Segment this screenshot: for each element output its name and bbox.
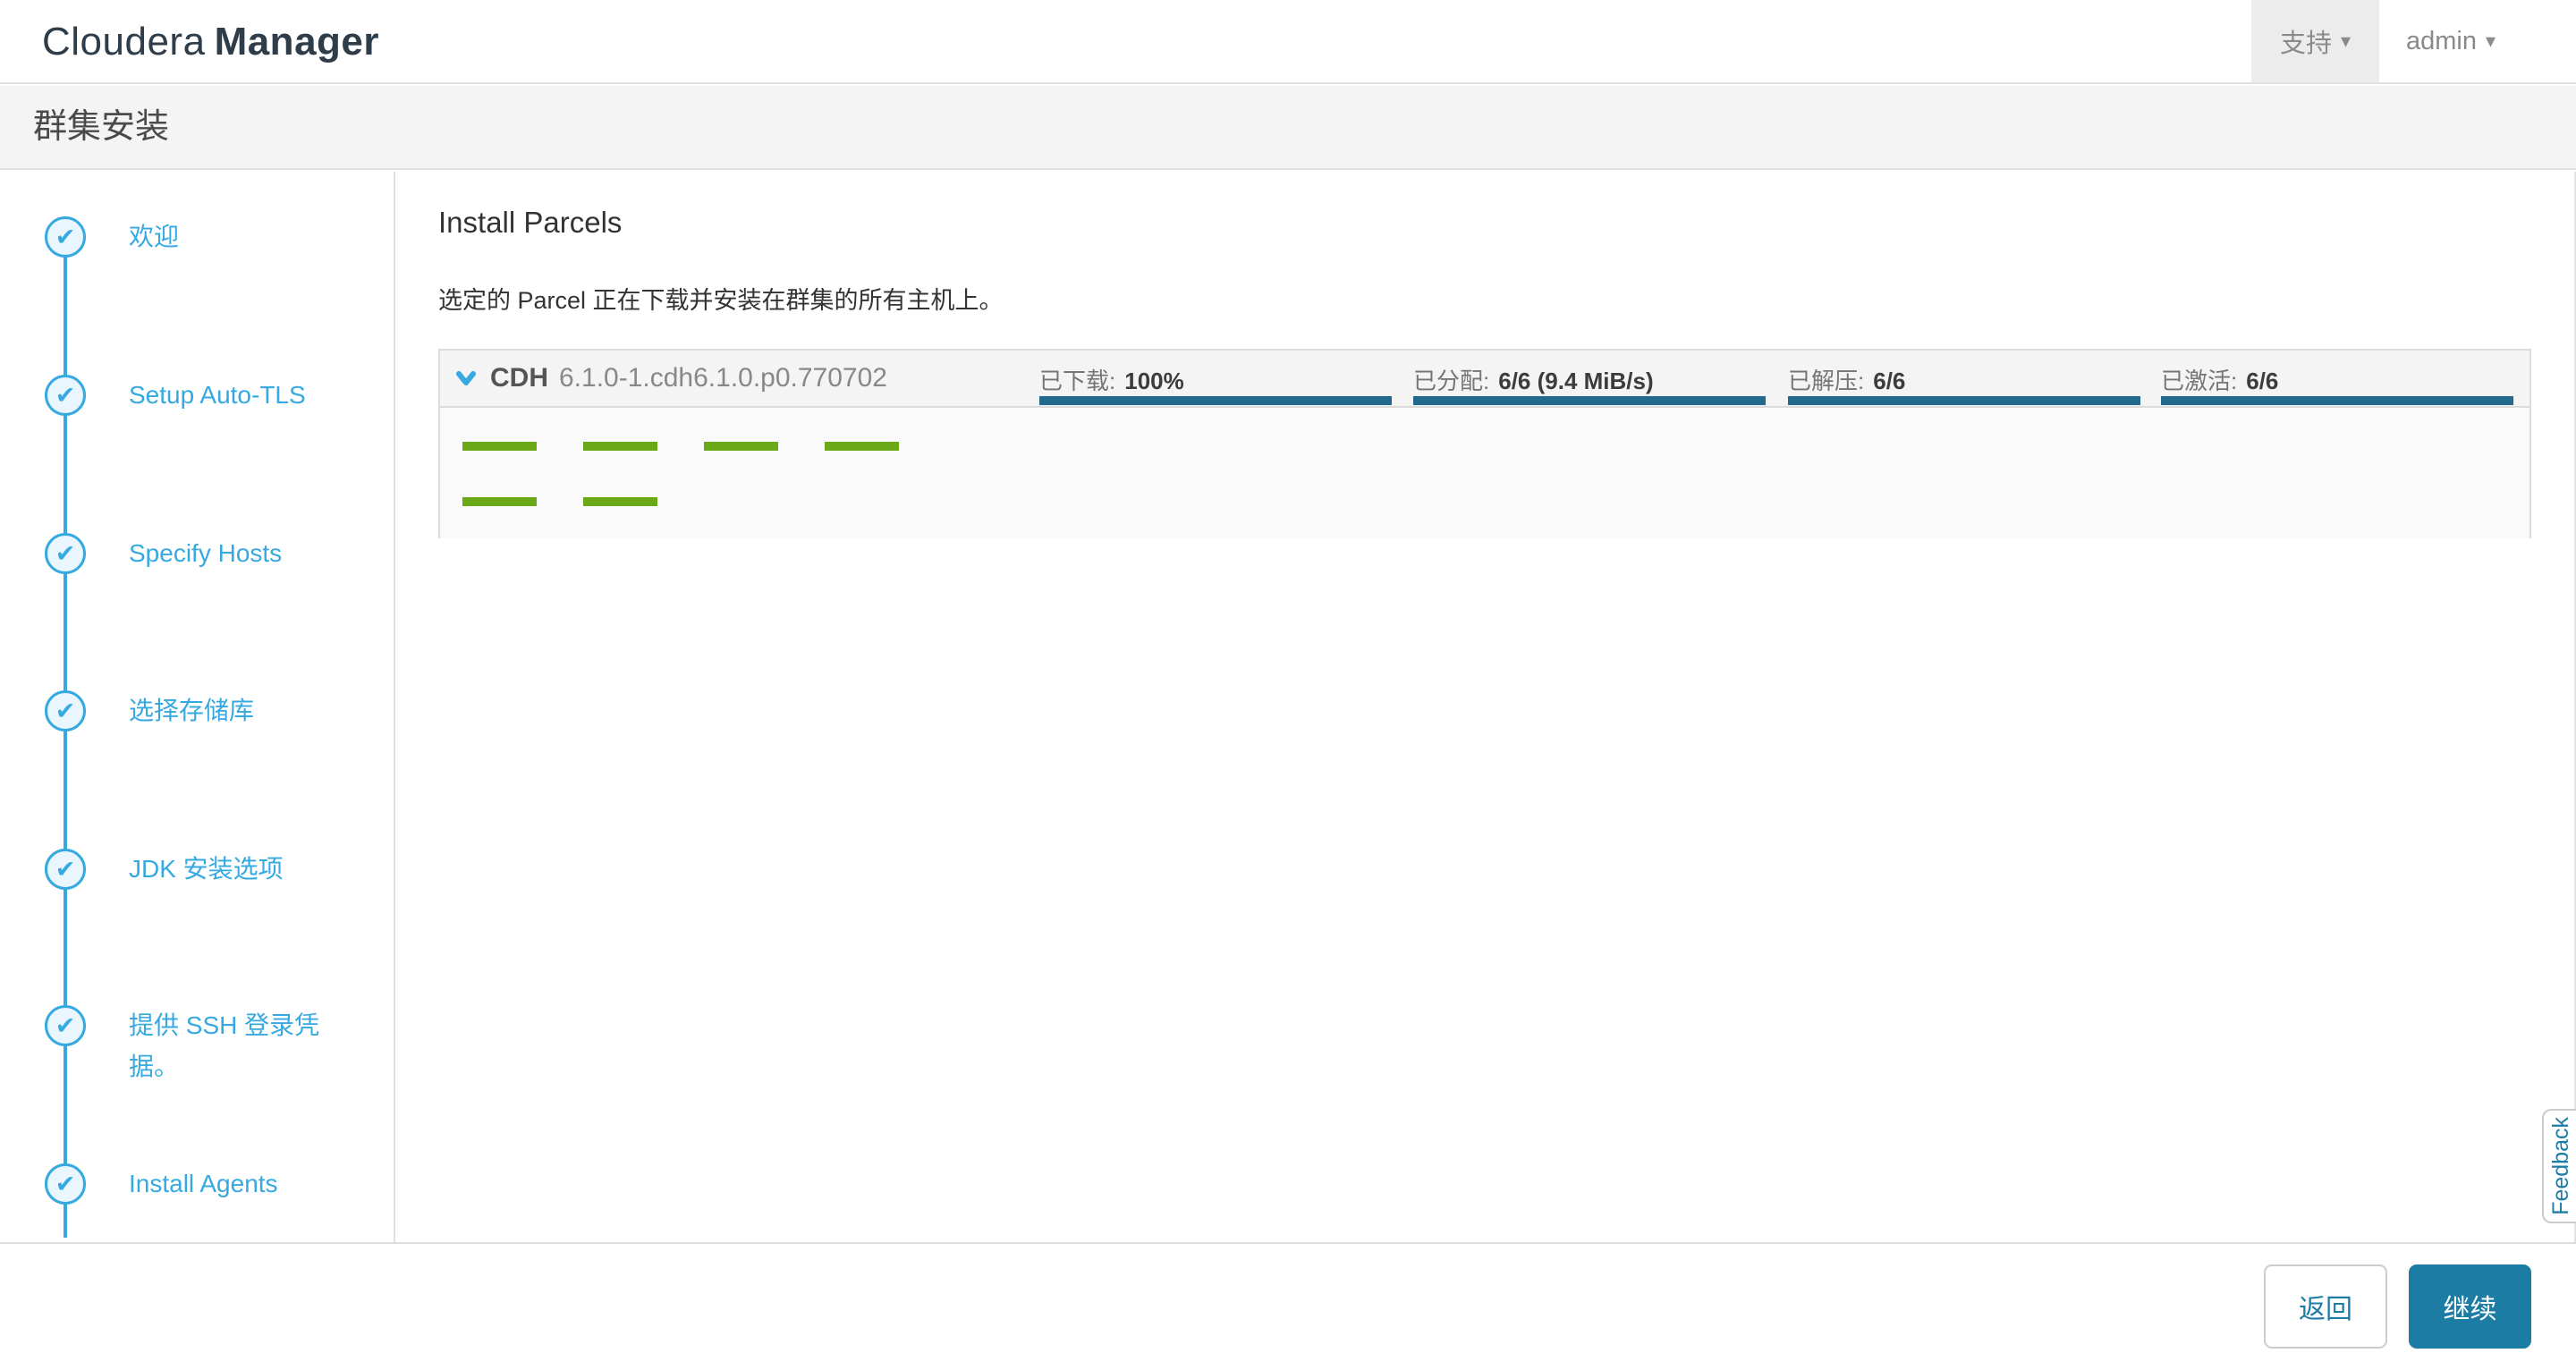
parcel-version: 6.1.0-1.cdh6.1.0.p0.770702	[559, 363, 887, 393]
check-icon: ✔	[55, 1170, 76, 1197]
host-progress-bar	[583, 442, 657, 451]
host-progress-bar	[462, 497, 537, 506]
step-done-circle: ✔	[45, 375, 86, 416]
logo-product: Manager	[214, 20, 380, 63]
step-label: JDK 安装选项	[129, 855, 284, 883]
content-area: ✔ 欢迎 ✔ Setup Auto-TLS ✔ Specify Hosts ✔ …	[0, 172, 2576, 1242]
check-icon: ✔	[55, 855, 76, 883]
check-icon: ✔	[55, 1011, 76, 1039]
back-button[interactable]: 返回	[2264, 1264, 2387, 1349]
section-title: Install Parcels	[438, 206, 623, 239]
parcel-header-row: CDH 6.1.0-1.cdh6.1.0.p0.770702 已下载: 100% …	[440, 351, 2529, 408]
wizard-step-ssh-credentials[interactable]: ✔ 提供 SSH 登录凭据。	[45, 1005, 352, 1087]
section-description: 选定的 Parcel 正在下载并安装在群集的所有主机上。	[438, 287, 1004, 314]
progress-fill	[2161, 396, 2513, 405]
logo-brand: Cloudera	[42, 20, 206, 63]
wizard-step-specify-hosts[interactable]: ✔ Specify Hosts	[45, 533, 282, 574]
user-menu[interactable]: admin ▾	[2379, 0, 2522, 82]
wizard-step-jdk-options[interactable]: ✔ JDK 安装选项	[45, 849, 284, 890]
step-label: 欢迎	[129, 223, 180, 250]
support-menu[interactable]: 支持 ▾	[2251, 0, 2379, 82]
cloudera-manager-logo[interactable]: Cloudera Manager	[42, 0, 379, 84]
continue-button[interactable]: 继续	[2409, 1264, 2531, 1349]
feedback-tab[interactable]: Feedback	[2542, 1109, 2576, 1223]
wizard-step-install-agents[interactable]: ✔ Install Agents	[45, 1163, 278, 1205]
progress-fill	[1413, 396, 1766, 405]
step-done-circle: ✔	[45, 690, 86, 732]
progress-fill	[1788, 396, 2140, 405]
metric-value: 6/6 (9.4 MiB/s)	[1498, 368, 1654, 394]
metric-activated: 已激活: 6/6	[2161, 351, 2513, 406]
wizard-step-auto-tls[interactable]: ✔ Setup Auto-TLS	[45, 375, 306, 416]
step-label: Setup Auto-TLS	[129, 381, 306, 409]
progress-track	[1039, 396, 1392, 405]
metric-unpacked: 已解压: 6/6	[1788, 351, 2140, 406]
wizard-sidebar: ✔ 欢迎 ✔ Setup Auto-TLS ✔ Specify Hosts ✔ …	[0, 172, 395, 1242]
step-done-circle: ✔	[45, 216, 86, 258]
caret-down-icon: ▾	[2485, 30, 2496, 52]
progress-track	[1413, 396, 1766, 405]
metric-value: 6/6	[2246, 368, 2279, 394]
wizard-footer: 返回 继续	[0, 1242, 2576, 1370]
metric-label: 已下载:	[1039, 368, 1116, 394]
step-done-circle: ✔	[45, 849, 86, 890]
host-progress-bar	[825, 442, 899, 451]
host-progress-bar	[462, 442, 537, 451]
check-icon: ✔	[55, 697, 76, 724]
progress-track	[2161, 396, 2513, 405]
step-label: Specify Hosts	[129, 539, 283, 567]
feedback-tab-label: Feedback	[2547, 1117, 2573, 1215]
step-done-circle: ✔	[45, 533, 86, 574]
progress-fill	[1039, 396, 1392, 405]
wizard-step-welcome[interactable]: ✔ 欢迎	[45, 216, 179, 258]
step-label: 提供 SSH 登录凭据。	[129, 1011, 320, 1080]
caret-down-icon: ▾	[2340, 30, 2351, 52]
check-icon: ✔	[55, 223, 76, 250]
metric-value: 6/6	[1873, 368, 1906, 394]
metric-distributed: 已分配: 6/6 (9.4 MiB/s)	[1413, 351, 1766, 406]
step-label: Install Agents	[129, 1170, 278, 1197]
parcel-host-progress-area	[440, 410, 2529, 538]
metric-value: 100%	[1124, 368, 1184, 394]
cloudera-manager-screen: Cloudera Manager 支持 ▾ admin ▾ 群集安装 ✔ 欢迎 ✔…	[0, 0, 2576, 1370]
parcel-name: CDH	[490, 363, 548, 393]
host-progress-bar	[704, 442, 778, 451]
host-progress-bar	[583, 497, 657, 506]
chevron-down-icon[interactable]	[453, 365, 479, 392]
support-menu-label: 支持	[2279, 30, 2332, 58]
progress-track	[1788, 396, 2140, 405]
main-panel: Install Parcels 选定的 Parcel 正在下载并安装在群集的所有…	[397, 172, 2574, 1242]
metric-downloaded: 已下载: 100%	[1039, 351, 1392, 406]
metric-label: 已激活:	[2161, 368, 2238, 394]
step-done-circle: ✔	[45, 1005, 86, 1046]
check-icon: ✔	[55, 381, 76, 409]
step-label: 选择存储库	[129, 697, 255, 724]
parcel-progress-box: CDH 6.1.0-1.cdh6.1.0.p0.770702 已下载: 100% …	[438, 349, 2531, 538]
metric-label: 已分配:	[1413, 368, 1490, 394]
wizard-step-select-repository[interactable]: ✔ 选择存储库	[45, 690, 254, 732]
metric-label: 已解压:	[1788, 368, 1865, 394]
page-title: 群集安装	[33, 108, 170, 146]
page-title-bar: 群集安装	[0, 86, 2576, 170]
step-done-circle: ✔	[45, 1163, 86, 1205]
parcel-title: CDH 6.1.0-1.cdh6.1.0.p0.770702	[453, 351, 887, 406]
app-header: Cloudera Manager 支持 ▾ admin ▾	[0, 0, 2576, 84]
user-menu-label: admin	[2405, 26, 2477, 55]
check-icon: ✔	[55, 539, 76, 567]
